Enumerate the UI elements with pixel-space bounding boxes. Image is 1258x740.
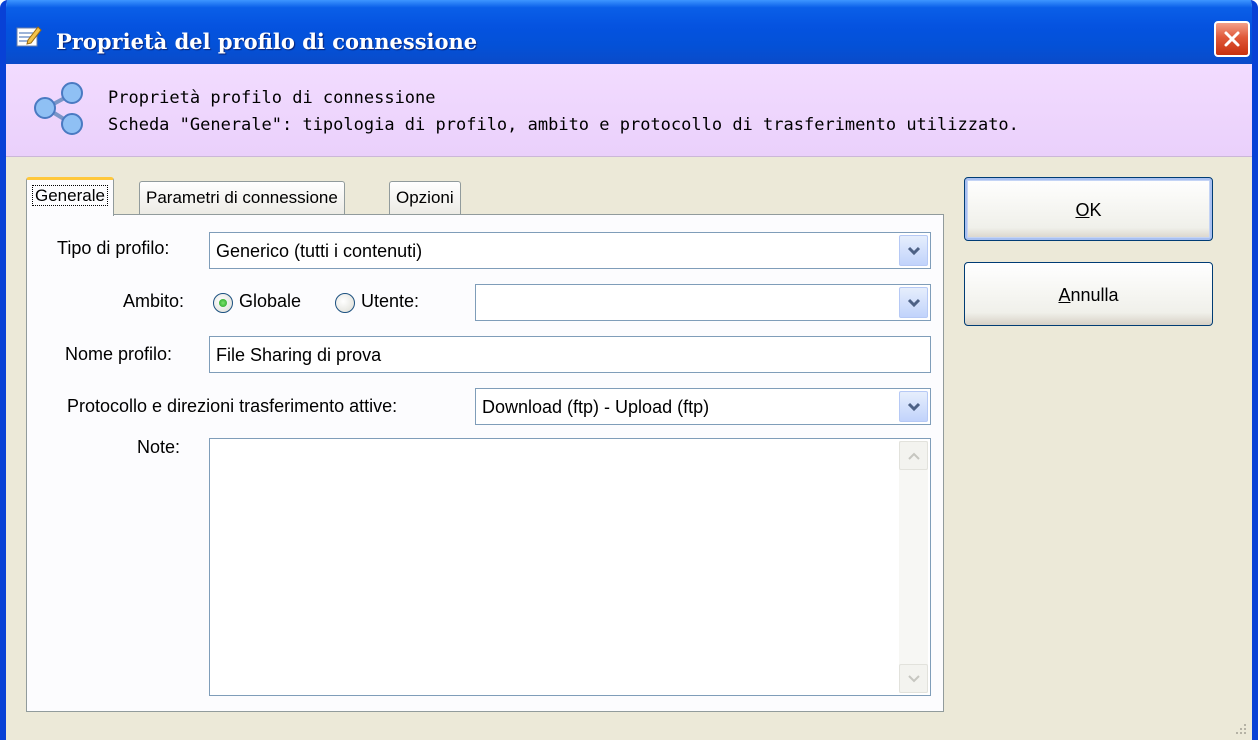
share-icon — [34, 82, 83, 135]
window-title: Proprietà del profilo di connessione — [56, 29, 478, 54]
utente-radio[interactable] — [335, 293, 355, 313]
scroll-down-button[interactable] — [899, 664, 928, 693]
edit-properties-icon — [16, 26, 42, 47]
globale-radio[interactable] — [213, 293, 233, 313]
protocollo-dropdown-button[interactable] — [899, 391, 928, 422]
dialog-window: Proprietà del profilo di connessione Pro… — [0, 0, 1258, 740]
tab-generale[interactable]: Generale — [26, 177, 114, 216]
resize-grip-icon[interactable] — [1234, 722, 1248, 736]
tipo-profilo-label: Tipo di profilo: — [57, 238, 170, 258]
tab-panel-generale: Tipo di profilo: Generico (tutti i conte… — [26, 214, 944, 712]
tab-label: Parametri di connessione — [146, 188, 338, 207]
utente-select[interactable] — [475, 284, 931, 321]
title-bar[interactable]: Proprietà del profilo di connessione — [6, 0, 1252, 64]
tab-opzioni[interactable]: Opzioni — [389, 181, 461, 214]
tab-parametri-connessione[interactable]: Parametri di connessione — [139, 181, 345, 214]
nome-profilo-label: Nome profilo: — [65, 344, 173, 364]
ok-button[interactable]: OK — [964, 177, 1213, 241]
radio-selected-dot — [219, 299, 227, 307]
chevron-down-icon — [908, 675, 920, 683]
chevron-down-icon — [907, 298, 921, 308]
utente-dropdown-button[interactable] — [899, 287, 928, 318]
note-label: Note: — [137, 437, 181, 457]
close-button[interactable] — [1214, 21, 1250, 57]
chevron-down-icon — [907, 246, 921, 256]
chevron-down-icon — [907, 402, 921, 412]
close-icon — [1224, 31, 1240, 47]
ambito-label: Ambito: — [123, 291, 185, 311]
protocollo-select[interactable]: Download (ftp) - Upload (ftp) — [475, 388, 931, 425]
protocollo-value: Download (ftp) - Upload (ftp) — [482, 397, 710, 417]
tipo-profilo-value: Generico (tutti i contenuti) — [216, 241, 423, 261]
nome-profilo-input[interactable]: File Sharing di prova — [209, 336, 931, 373]
cancel-button[interactable]: Annulla — [964, 262, 1213, 326]
utente-label[interactable]: Utente: — [361, 291, 419, 312]
tipo-profilo-dropdown-button[interactable] — [899, 235, 928, 266]
protocollo-label: Protocollo e direzioni trasferimento att… — [67, 396, 398, 416]
scroll-up-button[interactable] — [899, 441, 928, 470]
chevron-up-icon — [908, 452, 920, 460]
note-scrollbar[interactable] — [899, 441, 928, 693]
tipo-profilo-select[interactable]: Generico (tutti i contenuti) — [209, 232, 931, 269]
cancel-button-label: Annulla — [1058, 285, 1119, 305]
note-textarea[interactable] — [209, 438, 931, 696]
nome-profilo-value: File Sharing di prova — [216, 345, 382, 365]
header-banner: Proprietà profilo di connessione Scheda … — [6, 64, 1252, 157]
tab-label: Generale — [32, 185, 108, 206]
globale-label[interactable]: Globale — [239, 291, 301, 312]
tab-label: Opzioni — [396, 188, 454, 207]
header-description: Scheda "Generale": tipologia di profilo,… — [108, 115, 1019, 135]
ok-button-label: OK — [1075, 200, 1102, 220]
header-title: Proprietà profilo di connessione — [108, 88, 436, 108]
